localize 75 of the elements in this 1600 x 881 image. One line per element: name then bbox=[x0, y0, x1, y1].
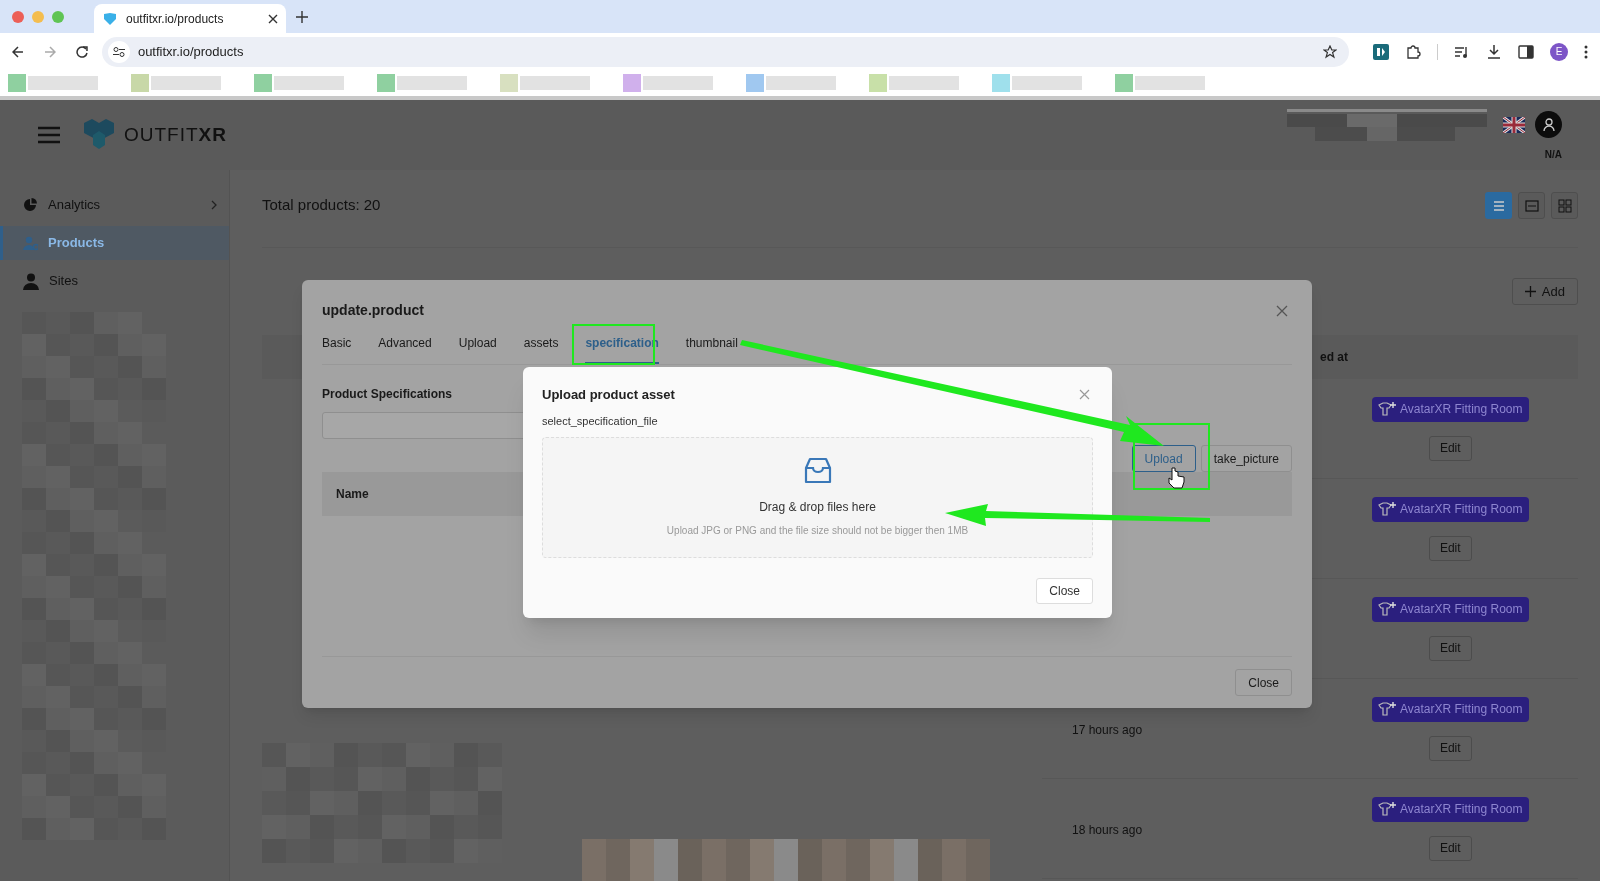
more-icon[interactable] bbox=[1584, 44, 1588, 59]
edit-button[interactable]: Edit bbox=[1428, 435, 1472, 461]
column-header: ed at bbox=[1320, 349, 1348, 366]
url-text: outfitxr.io/products bbox=[137, 42, 245, 61]
sidebar-item[interactable]: Analytics bbox=[0, 188, 229, 222]
view-toggle[interactable] bbox=[1518, 192, 1545, 219]
browser-tab[interactable]: outfitxr.io/products bbox=[94, 4, 286, 33]
window-control[interactable] bbox=[12, 10, 24, 23]
time-text: 17 hours ago bbox=[1072, 722, 1143, 737]
fitting-room-button[interactable]: AvatarXR Fitting Room bbox=[1372, 796, 1529, 822]
drop-hint: Upload JPG or PNG and the file size should not be bigger then 1MB bbox=[666, 524, 969, 538]
media-icon[interactable] bbox=[1454, 44, 1470, 59]
drop-title: Drag & drop files here bbox=[759, 499, 876, 516]
shirt-plus-icon bbox=[1378, 502, 1396, 516]
address-bar[interactable]: outfitxr.io/products bbox=[101, 36, 1349, 67]
add-button[interactable]: Add bbox=[1511, 278, 1578, 305]
close-button[interactable]: Close bbox=[1036, 578, 1093, 604]
side-panel-icon[interactable] bbox=[1518, 44, 1534, 59]
view-toggle[interactable] bbox=[1551, 192, 1578, 219]
fitting-room-button[interactable]: AvatarXR Fitting Room bbox=[1372, 696, 1529, 722]
fitting-room-button[interactable]: AvatarXR Fitting Room bbox=[1372, 396, 1529, 422]
pie-chart-icon bbox=[23, 197, 38, 213]
total-count: Total products: 20 bbox=[262, 195, 381, 216]
dialog-title: Upload product asset bbox=[542, 386, 675, 404]
user-label: N/A bbox=[1544, 147, 1562, 162]
fitting-room-button[interactable]: AvatarXR Fitting Room bbox=[1372, 596, 1529, 622]
flag-icon[interactable] bbox=[1503, 116, 1525, 133]
time-text: 18 hours ago bbox=[1072, 822, 1143, 837]
hand-cursor-icon bbox=[1168, 467, 1185, 489]
grid-view-icon bbox=[1556, 197, 1573, 214]
back-icon[interactable] bbox=[12, 45, 24, 58]
plus-icon bbox=[1524, 286, 1536, 297]
section-title: Product Specifications bbox=[322, 386, 453, 403]
tab[interactable]: assets bbox=[523, 334, 559, 364]
star-icon[interactable] bbox=[1323, 44, 1337, 59]
logo-text: OUTFITXR bbox=[124, 122, 227, 147]
fitting-room-button[interactable]: AvatarXR Fitting Room bbox=[1372, 496, 1529, 522]
new-tab-icon[interactable] bbox=[296, 10, 308, 23]
drop-zone[interactable]: Drag & drop files here Upload JPG or PNG and the file size should not be bigger then 1MB bbox=[542, 437, 1093, 558]
download-icon[interactable] bbox=[1486, 43, 1502, 60]
profile-avatar[interactable]: E bbox=[1550, 42, 1568, 61]
edit-button[interactable]: Edit bbox=[1428, 735, 1472, 761]
shirt-plus-icon bbox=[1378, 802, 1396, 816]
shirt-plus-icon bbox=[1378, 402, 1396, 416]
tab[interactable]: Basic bbox=[322, 334, 352, 364]
tab[interactable]: thumbnail bbox=[685, 334, 738, 364]
edit-button[interactable]: Edit bbox=[1428, 535, 1472, 561]
tab[interactable]: Upload bbox=[458, 334, 497, 364]
menu-icon[interactable] bbox=[38, 126, 60, 144]
sidebar-item[interactable]: Products bbox=[0, 226, 229, 260]
field-label: select_specification_file bbox=[542, 413, 659, 429]
extension-icon[interactable] bbox=[1373, 43, 1389, 60]
edit-button[interactable]: Edit bbox=[1428, 835, 1472, 861]
site-settings-icon[interactable] bbox=[112, 46, 125, 57]
sidebar-item[interactable]: Sites bbox=[0, 264, 229, 298]
tab-title: outfitxr.io/products bbox=[126, 10, 225, 28]
logo-icon bbox=[82, 119, 116, 151]
tab[interactable]: Advanced bbox=[378, 334, 432, 364]
user-icon bbox=[1542, 118, 1555, 131]
users-gear-icon bbox=[23, 235, 38, 251]
inbox-icon bbox=[802, 456, 833, 486]
close-icon[interactable] bbox=[268, 13, 278, 24]
favicon-icon bbox=[102, 11, 118, 26]
close-button[interactable]: Close bbox=[1235, 669, 1292, 696]
view-toggle[interactable] bbox=[1485, 192, 1512, 219]
person-icon bbox=[23, 272, 39, 290]
column-header: Name bbox=[336, 486, 369, 503]
reload-icon[interactable] bbox=[75, 45, 88, 58]
shirt-plus-icon bbox=[1378, 602, 1396, 616]
shirt-plus-icon bbox=[1378, 702, 1396, 716]
compact-view-icon bbox=[1523, 197, 1540, 214]
edit-button[interactable]: Edit bbox=[1428, 635, 1472, 661]
puzzle-icon[interactable] bbox=[1405, 43, 1421, 60]
user-avatar[interactable] bbox=[1535, 111, 1562, 138]
modal-title: update.product bbox=[322, 301, 424, 320]
